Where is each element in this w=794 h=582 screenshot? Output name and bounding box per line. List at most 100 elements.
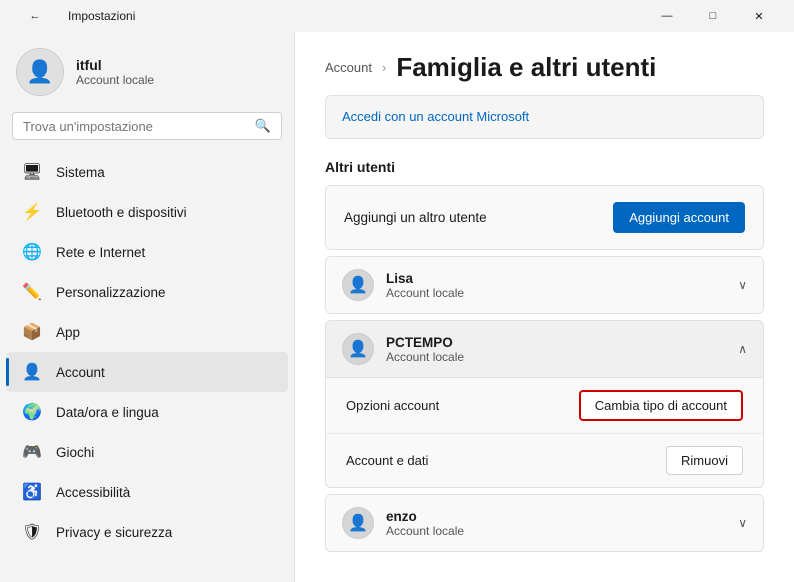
close-button[interactable]: ✕ [736,0,782,32]
sidebar-item-label-accessibilita: Accessibilità [56,485,130,500]
section-title-altri-utenti: Altri utenti [325,159,764,175]
add-user-row: Aggiungi un altro utente Aggiungi accoun… [326,186,763,249]
sidebar-item-data[interactable]: 🌍 Data/ora e lingua [6,392,288,432]
content-header: Account › Famiglia e altri utenti [295,32,794,95]
back-button[interactable]: ← [12,0,58,32]
sidebar-item-giochi[interactable]: 🎮 Giochi [6,432,288,472]
change-account-type-button[interactable]: Cambia tipo di account [579,390,743,421]
accessibilita-icon: ♿ [22,482,42,502]
maximize-button[interactable]: □ [690,0,736,32]
user-profile: 👤 itful Account locale [0,32,294,108]
user-row-lisa[interactable]: 👤 Lisa Account locale ∨ [326,257,763,313]
sidebar-item-rete[interactable]: 🌐 Rete e Internet [6,232,288,272]
main-container: 👤 itful Account locale 🔍 🖥 Sistema ⚡ Blu… [0,32,794,582]
user-details-enzo: enzo Account locale [386,509,464,538]
sidebar-item-label-personalizzazione: Personalizzazione [56,285,166,300]
user-row-left-pctempo: 👤 PCTEMPO Account locale [342,333,464,365]
sidebar-item-app[interactable]: 📦 App [6,312,288,352]
avatar-lisa: 👤 [342,269,374,301]
app-icon: 📦 [22,322,42,342]
breadcrumb: Account › Famiglia e altri utenti [325,52,764,83]
avatar-icon-pctempo: 👤 [348,339,368,359]
avatar-icon-lisa: 👤 [348,275,368,295]
option-label-dati: Account e dati [346,453,428,468]
sidebar-item-bluetooth[interactable]: ⚡ Bluetooth e dispositivi [6,192,288,232]
add-user-label: Aggiungi un altro utente [344,210,487,225]
user-row-left-enzo: 👤 enzo Account locale [342,507,464,539]
sidebar-item-label-privacy: Privacy e sicurezza [56,525,172,540]
titlebar-left: ← Impostazioni [12,0,135,32]
close-icon: ✕ [754,10,763,23]
avatar-icon: 👤 [26,59,53,85]
sidebar-nav: 🖥 Sistema ⚡ Bluetooth e dispositivi 🌐 Re… [0,152,294,552]
maximize-icon: □ [710,10,717,22]
user-row-enzo[interactable]: 👤 enzo Account locale ∨ [326,495,763,551]
giochi-icon: 🎮 [22,442,42,462]
breadcrumb-account: Account [325,60,372,75]
avatar-enzo: 👤 [342,507,374,539]
add-account-button[interactable]: Aggiungi account [613,202,745,233]
user-type-pctempo: Account locale [386,350,464,364]
sidebar: 👤 itful Account locale 🔍 🖥 Sistema ⚡ Blu… [0,32,294,582]
window-controls: — □ ✕ [644,0,782,32]
minimize-icon: — [662,10,673,22]
option-row-account: Opzioni account Cambia tipo di account [326,378,763,434]
sidebar-item-label-app: App [56,325,80,340]
sidebar-item-privacy[interactable]: 🛡 Privacy e sicurezza [6,512,288,552]
sidebar-item-label-giochi: Giochi [56,445,94,460]
content-area: Account › Famiglia e altri utenti Accedi… [294,32,794,582]
back-icon: ← [30,10,41,22]
breadcrumb-separator: › [382,60,386,75]
user-avatar: 👤 [16,48,64,96]
sidebar-item-personalizzazione[interactable]: ✏️ Personalizzazione [6,272,288,312]
sidebar-item-label-bluetooth: Bluetooth e dispositivi [56,205,187,220]
sidebar-item-label-account: Account [56,365,105,380]
account-icon: 👤 [22,362,42,382]
user-info: itful Account locale [76,57,154,87]
rete-icon: 🌐 [22,242,42,262]
chevron-down-icon-lisa: ∨ [738,278,747,292]
user-type-enzo: Account locale [386,524,464,538]
bluetooth-icon: ⚡ [22,202,42,222]
user-type-lisa: Account locale [386,286,464,300]
user-options-pctempo: Opzioni account Cambia tipo di account A… [326,377,763,487]
sidebar-item-label-rete: Rete e Internet [56,245,145,260]
sidebar-item-label-sistema: Sistema [56,165,105,180]
user-name-enzo: enzo [386,509,464,524]
user-details-lisa: Lisa Account locale [386,271,464,300]
privacy-icon: 🛡 [22,522,42,542]
sidebar-item-account[interactable]: 👤 Account [6,352,288,392]
user-card-lisa: 👤 Lisa Account locale ∨ [325,256,764,314]
remove-button[interactable]: Rimuovi [666,446,743,475]
sidebar-item-sistema[interactable]: 🖥 Sistema [6,152,288,192]
personalizzazione-icon: ✏️ [22,282,42,302]
user-row-left-lisa: 👤 Lisa Account locale [342,269,464,301]
app-title: Impostazioni [68,9,135,23]
data-icon: 🌍 [22,402,42,422]
avatar-icon-enzo: 👤 [348,513,368,533]
user-account-type: Account locale [76,73,154,87]
option-row-dati: Account e dati Rimuovi [326,434,763,487]
user-name-lisa: Lisa [386,271,464,286]
sistema-icon: 🖥 [22,162,42,182]
page-title: Famiglia e altri utenti [396,52,656,83]
search-icon: 🔍 [255,118,271,134]
chevron-up-icon-pctempo: ∧ [738,342,747,356]
user-name-pctempo: PCTEMPO [386,335,464,350]
user-card-pctempo: 👤 PCTEMPO Account locale ∧ Opzioni accou… [325,320,764,488]
user-card-enzo: 👤 enzo Account locale ∨ [325,494,764,552]
content-scroll: Accedi con un account Microsoft Altri ut… [295,95,794,582]
chevron-down-icon-enzo: ∨ [738,516,747,530]
user-row-pctempo[interactable]: 👤 PCTEMPO Account locale ∧ [326,321,763,377]
microsoft-link-box: Accedi con un account Microsoft [325,95,764,139]
user-details-pctempo: PCTEMPO Account locale [386,335,464,364]
search-input[interactable] [23,119,247,134]
avatar-pctempo: 👤 [342,333,374,365]
search-box[interactable]: 🔍 [12,112,282,140]
sidebar-item-accessibilita[interactable]: ♿ Accessibilità [6,472,288,512]
sidebar-item-label-data: Data/ora e lingua [56,405,159,420]
minimize-button[interactable]: — [644,0,690,32]
add-user-card: Aggiungi un altro utente Aggiungi accoun… [325,185,764,250]
microsoft-signin-link[interactable]: Accedi con un account Microsoft [342,109,529,124]
user-name: itful [76,57,154,73]
